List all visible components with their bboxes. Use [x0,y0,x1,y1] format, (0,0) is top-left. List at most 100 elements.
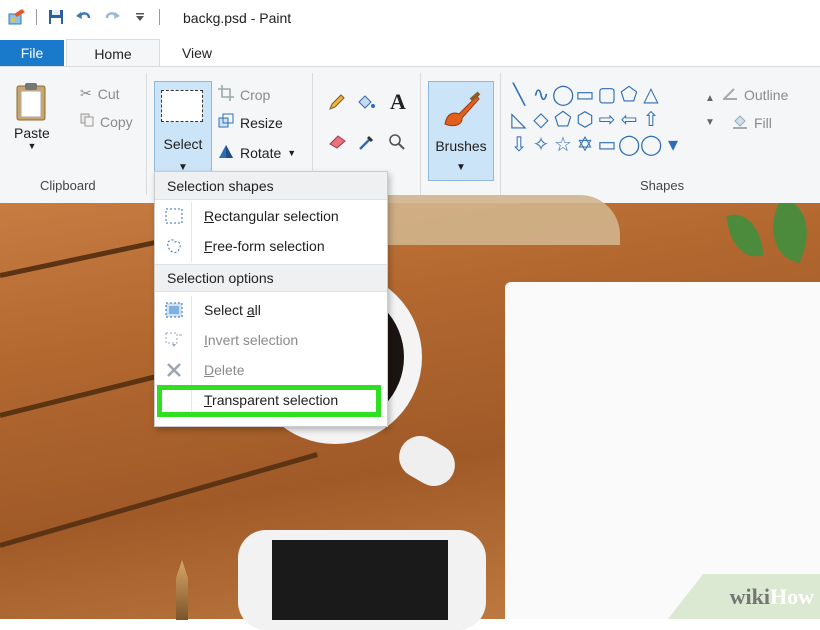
tab-file[interactable]: File [0,40,64,66]
shape-option[interactable]: ◇ [530,108,552,133]
menu-item-label: Free-form selection [204,238,325,254]
ribbon-tabs: File Home View [0,39,820,67]
leaf-image [726,210,764,261]
magnifier-icon [388,133,406,154]
transparent-selection-highlight [157,385,381,417]
eraser-button[interactable] [328,133,348,152]
color-picker-button[interactable] [358,133,376,154]
chevron-down-icon: ▼ [456,162,466,173]
brushes-button[interactable]: Brushes ▼ [428,81,494,181]
scroll-up-icon[interactable]: ▲ [705,87,715,111]
fill-shape-icon [732,113,748,132]
shape-option[interactable]: ▢ [596,83,618,108]
shape-option[interactable]: ☆ [552,133,574,158]
fill-shape-label: Fill [754,114,772,131]
menu-item-label: Select all [204,302,261,318]
copy-button[interactable]: Copy [80,113,133,130]
shape-option[interactable]: ⇨ [596,108,618,133]
quick-access-toolbar [8,8,160,26]
rectangle-selection-icon [163,205,185,227]
shape-option[interactable]: ▾ [662,133,684,158]
shape-option[interactable]: ⇦ [618,108,640,133]
menu-icon-column-divider [191,202,192,262]
brush-icon [441,90,481,133]
menu-item-freeform-selection[interactable]: Free-form selection [155,232,387,260]
leaf-image [761,203,819,264]
menu-item-invert-selection[interactable]: Invert selection [155,326,387,354]
crop-label: Crop [240,86,271,103]
white-paper-image [505,282,820,619]
select-button[interactable]: Select ▼ [154,81,212,183]
freeform-selection-icon [163,235,185,257]
magnifier-button[interactable] [388,133,406,154]
menu-item-select-all[interactable]: Select all [155,296,387,324]
shape-option[interactable]: ⇧ [640,108,662,133]
fill-icon [356,93,376,114]
paste-label: Paste [14,125,50,141]
chevron-down-icon: ▼ [27,141,37,151]
fill-button[interactable] [356,93,376,114]
ribbon: Paste ▼ ✂ Cut Copy Clipboard Select ▼ Cr… [0,66,820,204]
scroll-down-icon[interactable]: ▼ [705,111,715,135]
shape-option[interactable]: ◯ [618,133,640,158]
outline-button[interactable]: Outline [722,85,788,104]
group-separator [500,73,501,195]
redo-icon[interactable] [103,8,121,26]
customize-qat-icon[interactable] [131,8,149,26]
undo-icon[interactable] [75,8,93,26]
rotate-button[interactable]: Rotate ▼ [218,143,296,162]
shape-option[interactable]: ◯ [640,133,662,158]
shape-option[interactable]: ∿ [530,83,552,108]
chevron-down-icon: ▼ [287,147,297,158]
cut-label: Cut [97,85,120,102]
shape-option[interactable]: ⬡ [574,108,596,133]
select-label: Select [163,136,203,152]
resize-button[interactable]: Resize [218,113,283,132]
menu-item-rectangular-selection[interactable]: Rectangular selection [155,202,387,230]
outline-icon [722,85,738,104]
menu-item-label: Invert selection [204,332,299,348]
shape-option[interactable]: ◺ [508,108,530,133]
shape-option[interactable]: △ [640,83,662,108]
menu-item-label: Rectangular selection [204,208,339,224]
save-icon[interactable] [47,8,65,26]
group-label-shapes: Shapes [640,178,685,193]
fill-shape-button[interactable]: Fill [732,113,772,132]
shape-option[interactable]: ⇩ [508,133,530,158]
shape-option[interactable]: ⬠ [618,83,640,108]
window-title: backg.psd - Paint [183,10,292,26]
scissors-icon: ✂ [80,85,92,101]
rectangle-selection-icon [161,90,203,122]
title-bar: backg.psd - Paint [0,0,820,34]
shapes-gallery[interactable]: ╲ ∿ ◯ ▭ ▢ ⬠ △ ◺ ◇ ⬠ ⬡ ⇨ ⇦ ⇧ ⇩ ✧ ☆ ✡ ▭ ◯ ◯ ▾ [508,83,696,158]
paint-app-icon[interactable] [8,8,26,26]
resize-icon [218,113,234,132]
pencil-icon [328,93,346,114]
shape-option[interactable]: ✧ [530,133,552,158]
paste-button[interactable]: Paste ▼ [14,81,50,151]
tab-home[interactable]: Home [66,39,160,67]
shape-option[interactable]: ✡ [574,133,596,158]
clipboard-icon [15,81,49,121]
qat-separator [159,9,160,25]
text-button[interactable]: A [390,89,406,115]
resize-label: Resize [240,114,283,131]
shapes-scroll[interactable]: ▲ ▼ [705,87,715,135]
shape-option[interactable]: ⬠ [552,108,574,133]
cut-button[interactable]: ✂ Cut [80,85,120,102]
menu-item-label: Delete [204,362,245,378]
shape-option[interactable]: ╲ [508,83,530,108]
rotate-icon [218,143,234,162]
menu-header-selection-options: Selection options [155,264,387,292]
shape-option[interactable]: ▭ [596,133,618,158]
watermark-how-text: How [770,583,814,609]
delete-icon [163,359,185,381]
tab-view[interactable]: View [162,40,232,66]
shape-option[interactable]: ◯ [552,83,574,108]
shape-option[interactable]: ▭ [574,83,596,108]
pencil-button[interactable] [328,93,346,114]
menu-item-delete[interactable]: Delete [155,356,387,384]
text-icon: A [390,89,406,114]
invert-selection-icon [163,329,185,351]
crop-button[interactable]: Crop [218,85,270,104]
